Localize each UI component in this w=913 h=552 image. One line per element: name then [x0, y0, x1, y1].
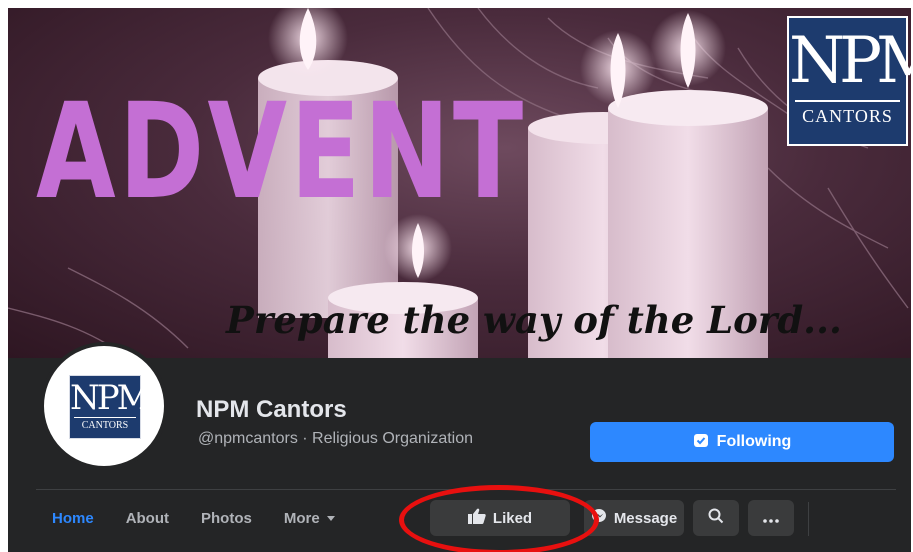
- message-button[interactable]: Message: [584, 500, 684, 536]
- avatar-logo: NPM CANTORS: [69, 375, 151, 439]
- tab-home[interactable]: Home: [52, 510, 94, 527]
- search-icon: [708, 508, 724, 528]
- more-horizontal-icon: [763, 510, 779, 527]
- tab-about[interactable]: About: [126, 510, 169, 527]
- actions-separator: [808, 502, 809, 536]
- cover-logo-word: CANTORS: [802, 106, 893, 126]
- avatar-logo-monogram: NPM: [70, 378, 151, 418]
- more-options-button[interactable]: [748, 500, 794, 536]
- following-button[interactable]: Following: [590, 422, 894, 462]
- caret-down-icon: [326, 510, 336, 527]
- avatar-logo-word: CANTORS: [81, 420, 129, 431]
- cover-photo[interactable]: ADVENT Prepare the way of the Lord... NP…: [8, 8, 911, 358]
- tab-photos-label: Photos: [201, 510, 252, 527]
- cover-headline: ADVENT: [36, 75, 527, 229]
- page-tabs: Home About Photos More: [52, 510, 368, 527]
- page-title[interactable]: NPM Cantors: [196, 396, 347, 424]
- facebook-page: ADVENT Prepare the way of the Lord... NP…: [8, 8, 911, 552]
- following-check-icon: [693, 432, 709, 453]
- tab-photos[interactable]: Photos: [201, 510, 252, 527]
- cover-logo-rule: [795, 100, 900, 102]
- tab-home-label: Home: [52, 510, 94, 527]
- search-button[interactable]: [693, 500, 739, 536]
- avatar[interactable]: NPM CANTORS: [40, 342, 168, 470]
- cover-logo-monogram: NPM: [789, 24, 911, 98]
- cover-tagline: Prepare the way of the Lord...: [226, 298, 842, 342]
- page-subtitle: @npmcantors · Religious Organization: [198, 430, 474, 447]
- tab-about-label: About: [125, 510, 170, 527]
- tab-more[interactable]: More: [284, 510, 336, 527]
- message-label: Message: [613, 509, 678, 527]
- highlight-annotation-circle: [399, 485, 599, 552]
- cover-logo: NPM CANTORS: [787, 16, 911, 146]
- profile-header: NPM CANTORS NPM Cantors @npmcantors · Re…: [8, 342, 911, 552]
- tab-more-label: More: [283, 510, 320, 527]
- following-label: Following: [716, 433, 792, 450]
